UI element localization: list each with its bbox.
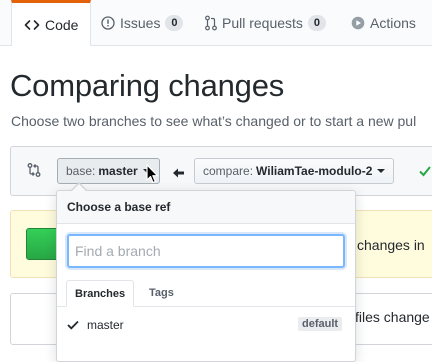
base-prefix: base:	[66, 164, 96, 178]
issues-count-badge: 0	[165, 14, 184, 31]
base-branch-select[interactable]: base: master	[57, 158, 160, 184]
tab-actions[interactable]: Actions	[351, 0, 416, 45]
ref-type-tabs: Branches Tags	[57, 271, 355, 307]
base-ref-dropdown: Choose a base ref Branches Tags master d…	[56, 182, 356, 362]
tab-pull-requests[interactable]: Pull requests 0	[205, 0, 326, 45]
play-icon	[351, 16, 365, 30]
compare-branch-value: WiliamTae-modulo-2	[256, 164, 373, 178]
base-branch-value: master	[98, 164, 138, 178]
issue-opened-icon	[101, 15, 115, 30]
find-branch-input[interactable]	[67, 234, 345, 268]
pull-requests-count-badge: 0	[307, 14, 326, 31]
branch-item-master[interactable]: master default	[57, 307, 355, 341]
code-icon	[24, 17, 40, 33]
compare-branch-select[interactable]: compare: WiliamTae-modulo-2	[194, 158, 395, 184]
tab-branches[interactable]: Branches	[66, 280, 135, 307]
notice-text: changes in	[357, 237, 425, 253]
tab-actions-label: Actions	[370, 14, 416, 31]
tab-tags[interactable]: Tags	[141, 280, 182, 306]
check-icon	[67, 319, 79, 333]
check-icon	[419, 164, 431, 182]
chevron-down-icon	[377, 169, 386, 173]
files-changed-text: files change	[355, 309, 430, 325]
tab-code[interactable]: Code	[11, 0, 92, 46]
git-compare-icon	[27, 162, 41, 183]
compare-prefix: compare:	[203, 164, 254, 178]
git-pull-request-icon	[205, 15, 217, 31]
tab-pull-requests-label: Pull requests	[222, 14, 303, 31]
page-subtitle: Choose two branches to see what’s change…	[11, 113, 417, 129]
mouse-pointer-icon	[146, 164, 159, 189]
repo-tabnav: Code Issues 0 Pull requests 0 Actions	[0, 0, 432, 46]
default-branch-badge: default	[298, 317, 343, 331]
dropdown-filter	[57, 224, 355, 270]
arrow-left-icon	[173, 165, 185, 183]
tab-issues[interactable]: Issues 0	[101, 0, 184, 45]
dropdown-header: Choose a base ref	[57, 191, 355, 224]
tab-code-label: Code	[45, 16, 79, 33]
page-title: Comparing changes	[10, 68, 285, 103]
tab-issues-label: Issues	[120, 14, 161, 31]
branch-name: master	[87, 318, 124, 332]
